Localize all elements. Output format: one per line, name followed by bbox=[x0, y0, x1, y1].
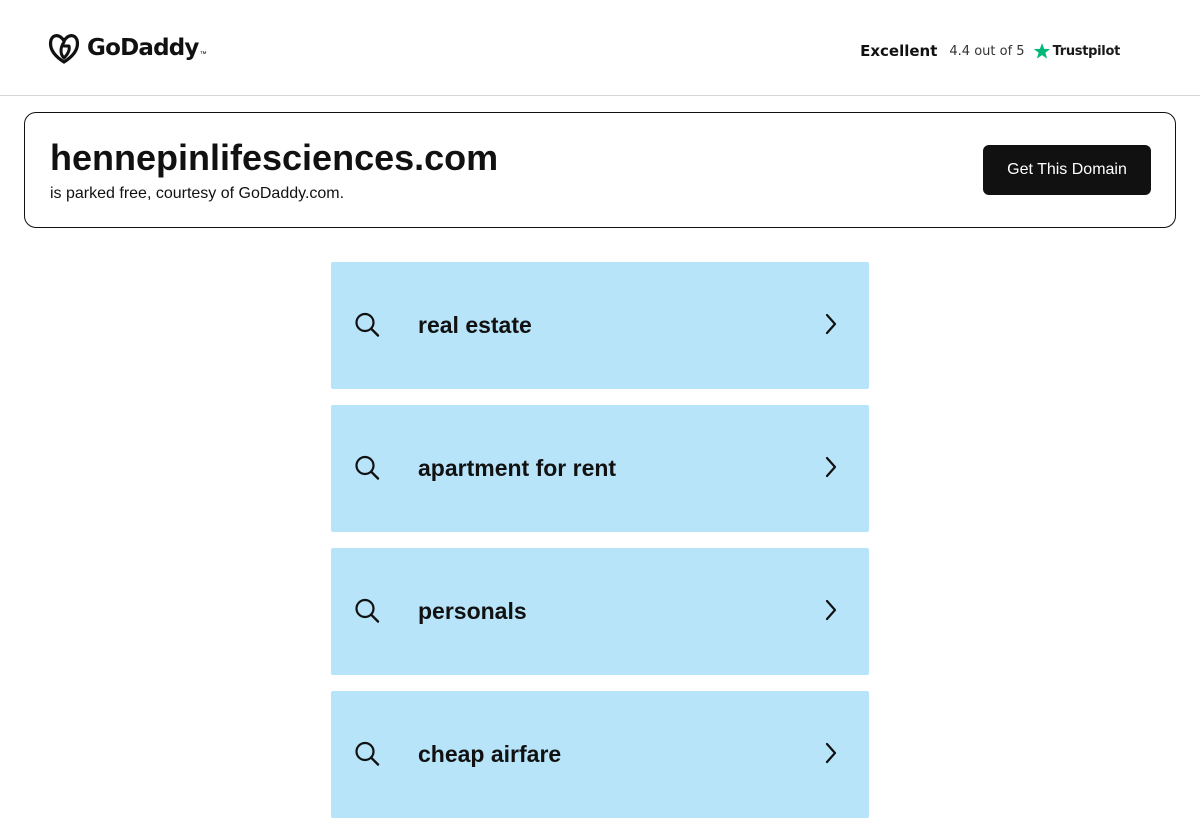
site-header: GoDaddy ™ Excellent 4.4 out of 5 Trustpil… bbox=[0, 0, 1200, 96]
brand-name: GoDaddy bbox=[87, 35, 199, 61]
search-icon bbox=[355, 312, 380, 337]
search-icon bbox=[355, 741, 380, 766]
chevron-right-icon bbox=[825, 313, 837, 335]
search-link-item[interactable]: cheap airfare bbox=[331, 691, 869, 818]
domain-name: hennepinlifesciences.com bbox=[50, 137, 499, 178]
parked-subtitle: is parked free, courtesy of GoDaddy.com. bbox=[50, 185, 345, 202]
search-link-label: real estate bbox=[418, 312, 532, 338]
search-link-label: apartment for rent bbox=[418, 455, 617, 481]
chevron-right-icon bbox=[825, 456, 837, 478]
search-link-label: personals bbox=[418, 598, 527, 624]
domain-card: hennepinlifesciences.com is parked free,… bbox=[24, 112, 1176, 228]
chevron-right-icon bbox=[825, 599, 837, 621]
search-icon bbox=[355, 455, 380, 480]
rating-score: 4.4 out of 5 bbox=[949, 43, 1025, 59]
get-this-domain-button[interactable]: Get This Domain bbox=[983, 145, 1151, 195]
godaddy-logo-icon bbox=[48, 34, 80, 64]
trustpilot-rating[interactable]: Excellent 4.4 out of 5 Trustpilot bbox=[860, 39, 1120, 63]
search-icon bbox=[355, 598, 380, 623]
search-link-item[interactable]: real estate bbox=[331, 262, 869, 389]
godaddy-logo-link[interactable]: GoDaddy ™ bbox=[47, 31, 207, 65]
rating-label: Excellent bbox=[860, 42, 938, 60]
trustpilot-name: Trustpilot bbox=[1052, 43, 1121, 59]
search-link-item[interactable]: apartment for rent bbox=[331, 405, 869, 532]
related-search-list: real estate apartment for rent personals… bbox=[331, 262, 869, 834]
search-link-label: cheap airfare bbox=[418, 741, 562, 767]
brand-trademark: ™ bbox=[199, 50, 207, 58]
chevron-right-icon bbox=[825, 742, 837, 764]
trustpilot-star-icon bbox=[1033, 43, 1050, 59]
search-link-item[interactable]: personals bbox=[331, 548, 869, 675]
